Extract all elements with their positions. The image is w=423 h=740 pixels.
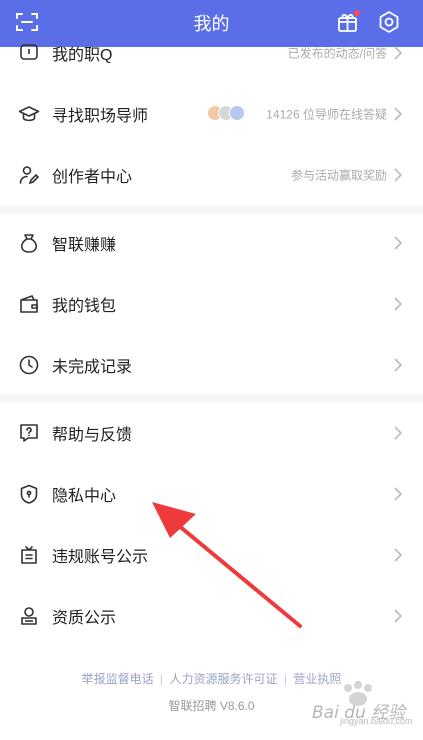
clock-icon [18, 354, 40, 376]
chevron-right-icon [393, 608, 403, 623]
menu-item-label: 我的钱包 [52, 297, 117, 315]
menu-item-mentor[interactable]: 寻找职场导师 14126 位导师在线答疑 [0, 83, 423, 144]
footer-separator: | [160, 672, 164, 686]
graduation-cap-icon [18, 103, 40, 125]
footer-separator: | [283, 672, 287, 686]
menu-item-label: 帮助与反馈 [52, 426, 133, 444]
chevron-right-icon [393, 296, 403, 311]
chevron-right-icon [393, 167, 403, 182]
menu-item-label: 寻找职场导师 [52, 107, 149, 125]
menu-item-zhiq[interactable]: 我的职Q 已发布的动态/问答 [0, 22, 423, 83]
menu-item-label: 违规账号公示 [52, 548, 149, 566]
chevron-right-icon [393, 235, 403, 250]
footer-link-license[interactable]: 人力资源服务许可证 [169, 672, 277, 686]
menu-item-label: 创作者中心 [52, 168, 133, 186]
wallet-icon [18, 293, 40, 315]
watermark-url: jingyan.baidu.com [340, 716, 413, 726]
menu-item-wallet[interactable]: 我的钱包 [0, 273, 423, 334]
help-icon [18, 422, 40, 444]
money-bag-icon [18, 232, 40, 254]
menu-item-label: 隐私中心 [52, 487, 117, 505]
menu-item-violation[interactable]: 违规账号公示 [0, 524, 423, 585]
menu-item-label: 智联赚赚 [52, 236, 117, 254]
menu-item-help[interactable]: 帮助与反馈 [0, 402, 423, 463]
menu-item-unfinished[interactable]: 未完成记录 [0, 334, 423, 395]
notification-dot [354, 10, 360, 16]
menu-item-hint: 14126 位导师在线答疑 [266, 107, 387, 121]
menu-item-label: 资质公示 [52, 609, 117, 627]
chevron-right-icon [393, 106, 403, 121]
qualification-icon [18, 605, 40, 627]
chat-bubble-icon [18, 42, 40, 64]
menu-item-hint: 已发布的动态/问答 [287, 46, 387, 60]
menu-item-earn[interactable]: 智联赚赚 [0, 212, 423, 273]
shield-icon [18, 483, 40, 505]
mentor-avatars [207, 104, 247, 123]
chevron-right-icon [393, 486, 403, 501]
chevron-right-icon [393, 547, 403, 562]
menu-item-privacy[interactable]: 隐私中心 [0, 463, 423, 524]
footer-link-report[interactable]: 举报监督电话 [82, 672, 154, 686]
menu-item-hint: 参与活动赢取奖励 [290, 168, 387, 182]
menu-item-label: 我的职Q [52, 46, 113, 64]
watermark-logo: Bai du 经验 jingyan.baidu.com [300, 680, 420, 730]
menu-item-label: 未完成记录 [52, 358, 133, 376]
notice-icon [18, 544, 40, 566]
chevron-right-icon [393, 425, 403, 440]
avatar [229, 104, 245, 121]
chevron-right-icon [393, 357, 403, 372]
chevron-right-icon [393, 45, 403, 60]
menu-item-creator[interactable]: 创作者中心 参与活动赢取奖励 [0, 144, 423, 205]
creator-icon [18, 164, 40, 186]
menu-item-qualification[interactable]: 资质公示 [0, 585, 423, 646]
